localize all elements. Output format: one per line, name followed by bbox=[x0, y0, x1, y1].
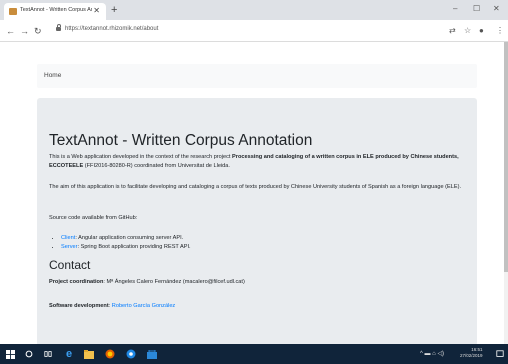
intro-paragraph: This is a Web application developed in t… bbox=[49, 154, 459, 169]
scrollbar-thumb[interactable] bbox=[504, 42, 508, 272]
chrome-icon[interactable] bbox=[124, 347, 138, 361]
firefox-icon[interactable] bbox=[103, 347, 117, 361]
browser-titlebar: TextAnnot - Written Corpus Anno ✕ + – ☐ … bbox=[0, 0, 508, 20]
tab-close-icon[interactable]: ✕ bbox=[93, 5, 100, 17]
edge-icon[interactable]: e bbox=[62, 347, 76, 361]
server-link[interactable]: Server bbox=[61, 244, 77, 250]
browser-toolbar: ← → ↻ https://textannot.rhizomik.net/abo… bbox=[0, 20, 508, 42]
page-scrollbar[interactable] bbox=[504, 42, 508, 344]
source-links-list: Client: Angular application consuming se… bbox=[49, 234, 191, 252]
windows-taskbar: e ^ ▬ ⌂ ◁) 16:51 27/02/2019 bbox=[0, 344, 508, 364]
maximize-button[interactable]: ☐ bbox=[473, 4, 480, 14]
aim-paragraph: The aim of this application is to facili… bbox=[49, 184, 462, 190]
source-intro: Source code available from GitHub: bbox=[49, 215, 138, 221]
list-item: Server: Spring Boot application providin… bbox=[61, 243, 191, 252]
system-clock[interactable]: 16:51 27/02/2019 bbox=[460, 347, 483, 359]
close-window-button[interactable]: ✕ bbox=[493, 4, 500, 14]
tray-icons[interactable]: ^ ▬ ⌂ ◁) bbox=[420, 351, 444, 357]
notifications-icon[interactable] bbox=[493, 347, 507, 361]
list-item: Client: Angular application consuming se… bbox=[61, 234, 191, 243]
translate-icon[interactable]: ⇄ bbox=[449, 26, 456, 36]
contact-heading: Contact bbox=[49, 258, 91, 272]
tab-title: TextAnnot - Written Corpus Anno bbox=[20, 7, 92, 13]
development-line: Software development: Roberto García Gon… bbox=[49, 303, 176, 309]
back-arrow-icon[interactable]: ← bbox=[6, 25, 15, 37]
menu-icon[interactable]: ⋮ bbox=[496, 26, 504, 36]
browser-tab[interactable]: TextAnnot - Written Corpus Anno ✕ bbox=[4, 3, 106, 20]
file-explorer-icon[interactable] bbox=[82, 347, 96, 361]
page-viewport: Home TextAnnot - Written Corpus Annotati… bbox=[0, 42, 508, 346]
address-bar[interactable]: https://textannot.rhizomik.net/about bbox=[54, 24, 414, 38]
star-icon[interactable]: ☆ bbox=[464, 26, 471, 36]
clock-date: 27/02/2019 bbox=[460, 353, 483, 358]
page-title: TextAnnot - Written Corpus Annotation bbox=[49, 132, 313, 149]
reload-icon[interactable]: ↻ bbox=[34, 25, 42, 37]
new-tab-button[interactable]: + bbox=[111, 4, 117, 16]
forward-arrow-icon[interactable]: → bbox=[20, 25, 29, 37]
about-panel: TextAnnot - Written Corpus Annotation Th… bbox=[37, 98, 477, 346]
nav-home-link[interactable]: Home bbox=[44, 72, 61, 79]
site-navbar: Home bbox=[37, 64, 477, 88]
store-icon[interactable] bbox=[145, 347, 159, 361]
developer-link[interactable]: Roberto García González bbox=[112, 303, 175, 309]
windows-start-icon[interactable] bbox=[3, 347, 17, 361]
client-link[interactable]: Client bbox=[61, 235, 75, 241]
clock-time: 16:51 bbox=[471, 347, 483, 352]
task-view-icon[interactable] bbox=[41, 347, 55, 361]
profile-icon[interactable]: ● bbox=[479, 26, 484, 36]
coordination-line: Project coordination: Mª Ángeles Calero … bbox=[49, 279, 245, 285]
minimize-button[interactable]: – bbox=[453, 4, 457, 14]
lock-icon bbox=[56, 24, 61, 31]
favicon-icon bbox=[9, 8, 17, 15]
url-text: https://textannot.rhizomik.net/about bbox=[65, 26, 159, 32]
search-icon[interactable] bbox=[22, 347, 36, 361]
